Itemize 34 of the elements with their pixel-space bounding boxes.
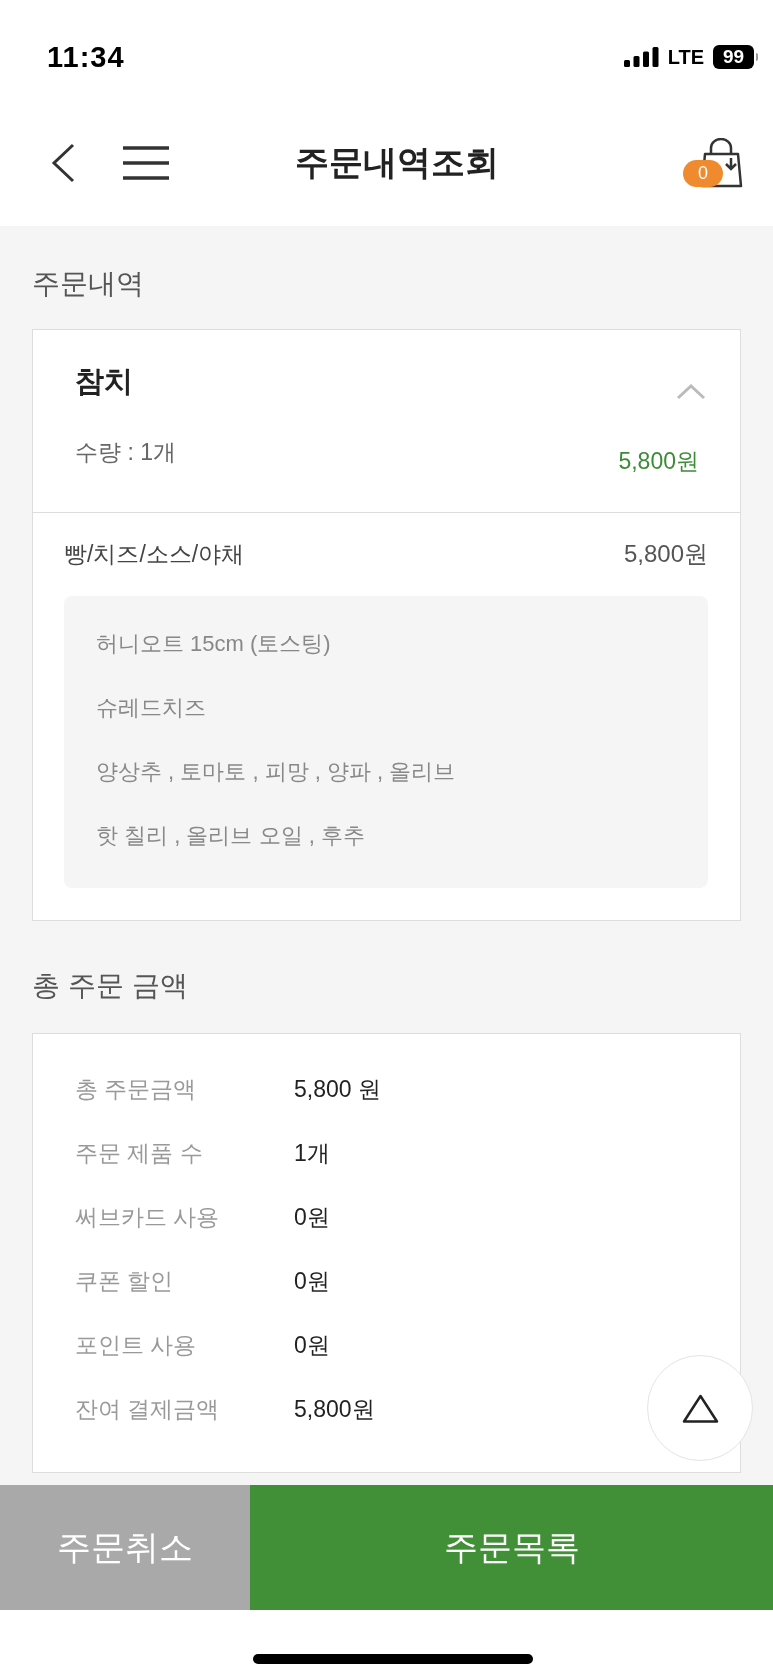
summary-value: 0원 xyxy=(294,1202,330,1232)
option-text: 허니오트 15cm (토스팅) xyxy=(96,630,332,658)
summary-label: 주문 제품 수 xyxy=(75,1138,204,1168)
section-heading: 총 주문 금액 xyxy=(32,969,189,1003)
summary-value: 5,800원 xyxy=(294,1394,375,1424)
triangle-icon xyxy=(681,1392,719,1424)
clock-time: 11:34 xyxy=(47,40,125,74)
battery-indicator: 99 xyxy=(713,45,758,69)
option-text: 슈레드치즈 xyxy=(96,694,207,722)
network-type: LTE xyxy=(667,45,704,69)
option-text: 핫 칠리 , 올리브 오일 , 후추 xyxy=(96,822,366,850)
cancel-order-button[interactable]: 주문취소 xyxy=(0,1485,250,1610)
page-title: 주문내역조회 xyxy=(295,142,499,183)
back-icon[interactable] xyxy=(51,143,75,183)
signal-bars-icon xyxy=(623,47,659,67)
item-price: 5,800원 xyxy=(618,447,699,476)
summary-label: 쿠폰 할인 xyxy=(75,1266,175,1296)
order-list-button[interactable]: 주문목록 xyxy=(250,1485,773,1610)
menu-item-name: 참치 xyxy=(75,364,133,399)
summary-value: 1개 xyxy=(294,1138,330,1168)
option-group-price: 5,800원 xyxy=(623,539,708,569)
summary-label: 써브카드 사용 xyxy=(75,1202,221,1232)
summary-value: 5,800 원 xyxy=(294,1074,381,1104)
summary-label: 잔여 결제금액 xyxy=(75,1394,221,1424)
menu-icon[interactable] xyxy=(123,146,169,180)
section-heading: 주문내역 xyxy=(32,267,145,301)
summary-label: 포인트 사용 xyxy=(75,1330,198,1360)
cart-count-badge: 0 xyxy=(683,160,723,187)
summary-label: 총 주문금액 xyxy=(75,1074,198,1104)
quantity-text: 수량 : 1개 xyxy=(75,438,176,467)
summary-value: 0원 xyxy=(294,1266,330,1296)
option-text: 양상추 , 토마토 , 피망 , 양파 , 올리브 xyxy=(96,758,457,786)
summary-value: 0원 xyxy=(294,1330,330,1360)
option-group-label: 빵/치즈/소스/야채 xyxy=(64,539,245,569)
